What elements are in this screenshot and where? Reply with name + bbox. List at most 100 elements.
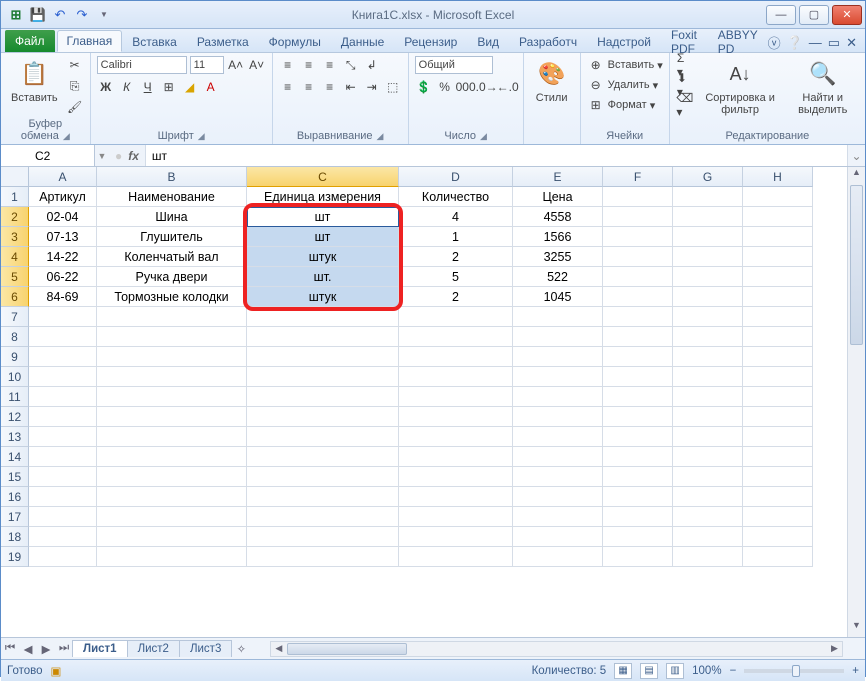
cell-H11[interactable] xyxy=(743,387,813,407)
align-bottom-icon[interactable]: ≡ xyxy=(321,56,339,74)
cell-D6[interactable]: 2 xyxy=(399,287,513,307)
close-button[interactable]: ✕ xyxy=(832,5,862,25)
merge-icon[interactable]: ⬚ xyxy=(384,78,402,96)
scroll-down-icon[interactable]: ▼ xyxy=(848,620,865,637)
sheet-nav-next-icon[interactable]: ▶ xyxy=(37,640,55,658)
tab-foxit[interactable]: Foxit PDF xyxy=(661,30,708,52)
cell-E7[interactable] xyxy=(513,307,603,327)
cell-E12[interactable] xyxy=(513,407,603,427)
cell-D2[interactable]: 4 xyxy=(399,207,513,227)
cell-G7[interactable] xyxy=(673,307,743,327)
tab-abbyy[interactable]: ABBYY PD xyxy=(708,30,768,52)
cell-G10[interactable] xyxy=(673,367,743,387)
cell-F16[interactable] xyxy=(603,487,673,507)
cell-D19[interactable] xyxy=(399,547,513,567)
cell-E11[interactable] xyxy=(513,387,603,407)
col-header-E[interactable]: E xyxy=(513,167,603,187)
italic-button[interactable]: К xyxy=(118,78,136,96)
cell-B8[interactable] xyxy=(97,327,247,347)
cell-A8[interactable] xyxy=(29,327,97,347)
row-header-4[interactable]: 4 xyxy=(1,247,29,267)
cell-G13[interactable] xyxy=(673,427,743,447)
cell-E13[interactable] xyxy=(513,427,603,447)
cell-F19[interactable] xyxy=(603,547,673,567)
cell-C14[interactable] xyxy=(247,447,399,467)
font-size-select[interactable]: 11 xyxy=(190,56,224,74)
zoom-out-icon[interactable]: − xyxy=(730,665,737,677)
cell-G14[interactable] xyxy=(673,447,743,467)
minimize-ribbon-icon[interactable]: ⓥ xyxy=(768,33,781,52)
tab-insert[interactable]: Вставка xyxy=(122,30,187,52)
row-header-14[interactable]: 14 xyxy=(1,447,29,467)
clear-icon[interactable]: ⌫ ▾ xyxy=(676,96,694,114)
cell-A3[interactable]: 07-13 xyxy=(29,227,97,247)
cell-E8[interactable] xyxy=(513,327,603,347)
cell-D8[interactable] xyxy=(399,327,513,347)
col-header-G[interactable]: G xyxy=(673,167,743,187)
col-header-C[interactable]: C xyxy=(247,167,399,187)
cell-F14[interactable] xyxy=(603,447,673,467)
cell-E17[interactable] xyxy=(513,507,603,527)
cell-F7[interactable] xyxy=(603,307,673,327)
cell-H1[interactable] xyxy=(743,187,813,207)
cell-G1[interactable] xyxy=(673,187,743,207)
cell-B12[interactable] xyxy=(97,407,247,427)
cell-C12[interactable] xyxy=(247,407,399,427)
select-all-corner[interactable] xyxy=(1,167,29,187)
cell-C7[interactable] xyxy=(247,307,399,327)
cell-A12[interactable] xyxy=(29,407,97,427)
cell-C5[interactable]: шт. xyxy=(247,267,399,287)
row-header-6[interactable]: 6 xyxy=(1,287,29,307)
cell-C19[interactable] xyxy=(247,547,399,567)
cell-A7[interactable] xyxy=(29,307,97,327)
cell-D4[interactable]: 2 xyxy=(399,247,513,267)
expand-formula-bar-icon[interactable]: ⌄ xyxy=(847,145,865,166)
orientation-icon[interactable]: ⤡ xyxy=(342,56,360,74)
cell-G8[interactable] xyxy=(673,327,743,347)
row-header-2[interactable]: 2 xyxy=(1,207,29,227)
cell-H8[interactable] xyxy=(743,327,813,347)
cell-E9[interactable] xyxy=(513,347,603,367)
cell-A19[interactable] xyxy=(29,547,97,567)
fill-color-icon[interactable]: ◢ xyxy=(181,78,199,96)
cell-F6[interactable] xyxy=(603,287,673,307)
number-format-select[interactable]: Общий xyxy=(415,56,493,74)
cell-D7[interactable] xyxy=(399,307,513,327)
cancel-formula-icon[interactable]: ● xyxy=(115,149,122,163)
cell-E5[interactable]: 522 xyxy=(513,267,603,287)
cell-D15[interactable] xyxy=(399,467,513,487)
cell-C13[interactable] xyxy=(247,427,399,447)
sheet-tab-2[interactable]: Лист2 xyxy=(127,640,180,657)
format-painter-icon[interactable]: 🖌 xyxy=(66,98,84,116)
redo-icon[interactable]: ↷ xyxy=(73,6,91,24)
cell-G11[interactable] xyxy=(673,387,743,407)
increase-indent-icon[interactable]: ⇥ xyxy=(363,78,381,96)
cell-A14[interactable] xyxy=(29,447,97,467)
cell-B11[interactable] xyxy=(97,387,247,407)
cell-F4[interactable] xyxy=(603,247,673,267)
tab-review[interactable]: Рецензир xyxy=(394,30,467,52)
cell-C10[interactable] xyxy=(247,367,399,387)
paste-button[interactable]: 📋 Вставить xyxy=(7,56,62,106)
cell-F13[interactable] xyxy=(603,427,673,447)
cell-C11[interactable] xyxy=(247,387,399,407)
sheet-tab-1[interactable]: Лист1 xyxy=(72,640,128,657)
sheet-nav-first-icon[interactable]: ⏮ xyxy=(1,640,19,658)
cell-E16[interactable] xyxy=(513,487,603,507)
mdi-restore-icon[interactable]: ▭ xyxy=(828,35,840,51)
scroll-left-icon[interactable]: ◀ xyxy=(271,642,286,656)
tab-file[interactable]: Файл xyxy=(5,30,55,52)
cell-G19[interactable] xyxy=(673,547,743,567)
view-normal-icon[interactable]: ▦ xyxy=(614,663,632,679)
row-header-3[interactable]: 3 xyxy=(1,227,29,247)
cell-C2[interactable]: шт xyxy=(247,207,399,227)
percent-icon[interactable]: % xyxy=(436,78,454,96)
cell-C8[interactable] xyxy=(247,327,399,347)
cell-B5[interactable]: Ручка двери xyxy=(97,267,247,287)
currency-icon[interactable]: 💲 xyxy=(415,78,433,96)
cell-F17[interactable] xyxy=(603,507,673,527)
cell-H4[interactable] xyxy=(743,247,813,267)
cell-F10[interactable] xyxy=(603,367,673,387)
bold-button[interactable]: Ж xyxy=(97,78,115,96)
sheet-tab-3[interactable]: Лист3 xyxy=(179,640,232,657)
